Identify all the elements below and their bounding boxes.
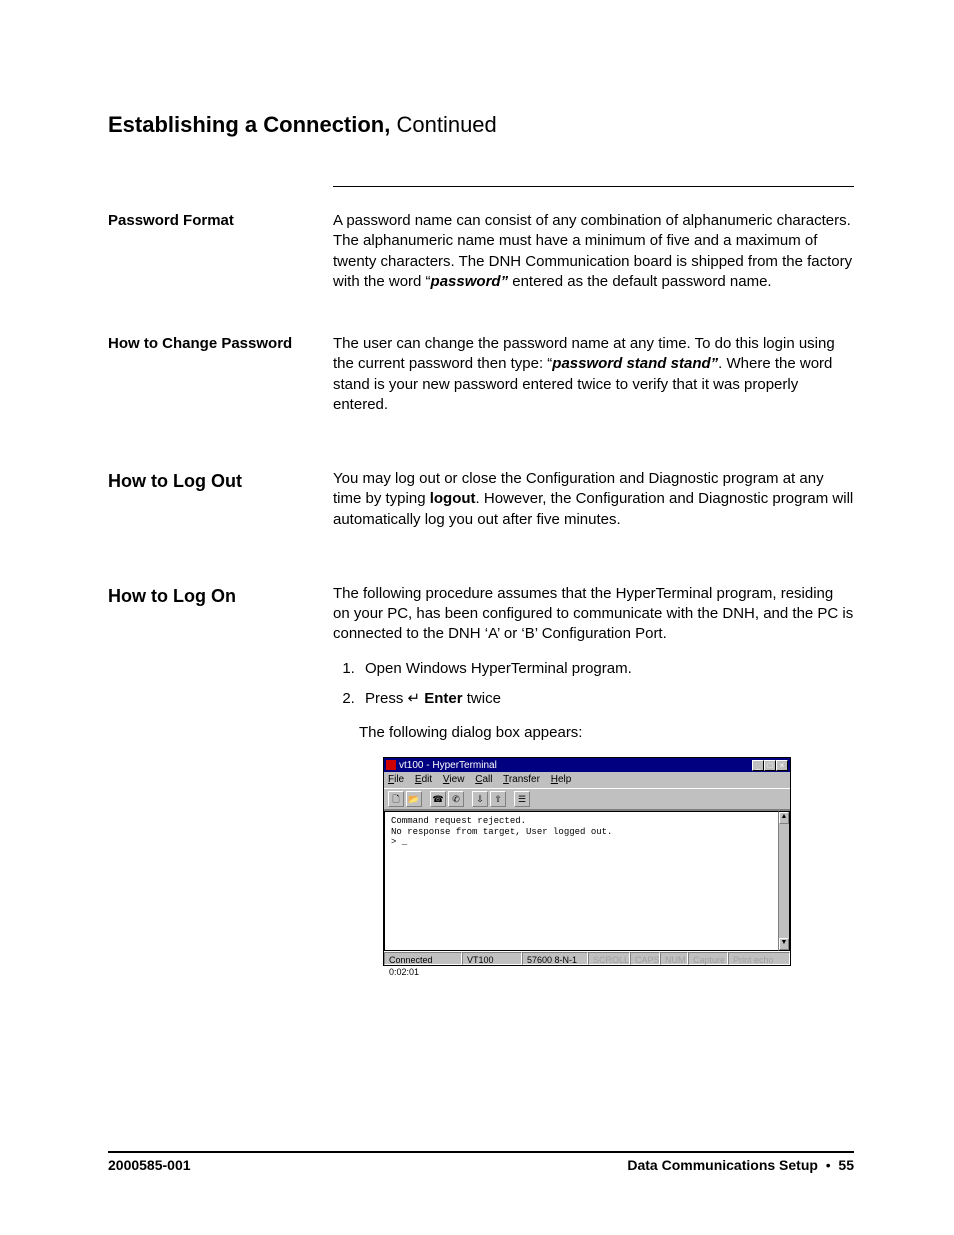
section-password-format: Password Format A password name can cons… (108, 211, 854, 306)
status-printecho: Print echo (728, 952, 790, 965)
maximize-icon[interactable]: □ (764, 760, 776, 771)
status-emulation: VT100 (462, 952, 522, 965)
scroll-down-icon[interactable]: ▼ (779, 938, 789, 950)
tb-open-icon[interactable]: 📂 (406, 791, 422, 807)
label-log-on: How to Log On (108, 584, 333, 608)
label-change-password: How to Change Password (108, 334, 333, 354)
ht-titlebar: vt100 - HyperTerminal _ □ × (384, 758, 790, 772)
menu-view[interactable]: View (443, 774, 465, 785)
status-caps: CAPS (630, 952, 660, 965)
footer-page-number: 55 (838, 1157, 854, 1173)
menu-help[interactable]: Help (551, 774, 572, 785)
section-change-password: How to Change Password The user can chan… (108, 334, 854, 429)
status-num: NUM (660, 952, 688, 965)
menu-file[interactable]: File (388, 774, 404, 785)
ht-scrollbar[interactable]: ▲ ▼ (778, 811, 790, 951)
section-log-on: How to Log On The following procedure as… (108, 584, 854, 966)
status-capture: Capture (688, 952, 728, 965)
page-title-main: Establishing a Connection, (108, 112, 390, 137)
content-log-on: The following procedure assumes that the… (333, 584, 854, 966)
tb-new-icon[interactable]: 🗋 (388, 791, 404, 807)
menu-transfer[interactable]: Transfer (503, 774, 540, 785)
ht-statusbar: Connected 0:02:01 VT100 57600 8-N-1 SCRO… (384, 951, 790, 965)
section-log-out: How to Log Out You may log out or close … (108, 469, 854, 544)
content-log-out: You may log out or close the Configurati… (333, 469, 854, 544)
ht-title-text: vt100 - HyperTerminal (399, 759, 752, 773)
scroll-up-icon[interactable]: ▲ (779, 812, 789, 824)
tb-disconnect-icon[interactable]: ✆ (448, 791, 464, 807)
page-title-sub: Continued (390, 112, 496, 137)
minimize-icon[interactable]: _ (752, 760, 764, 771)
tb-connect-icon[interactable]: ☎ (430, 791, 446, 807)
ht-menubar: File Edit View Call Transfer Help (384, 772, 790, 788)
footer-rule (108, 1151, 854, 1153)
tb-properties-icon[interactable]: ☰ (514, 791, 530, 807)
close-icon[interactable]: × (776, 760, 788, 771)
dialog-caption: The following dialog box appears: (359, 723, 854, 743)
tb-receive-icon[interactable]: ⇧ (490, 791, 506, 807)
label-password-format: Password Format (108, 211, 333, 231)
menu-call[interactable]: Call (475, 774, 492, 785)
step-1: Open Windows HyperTerminal program. (359, 659, 854, 679)
section-rule (333, 186, 854, 187)
page-title: Establishing a Connection, Continued (108, 112, 854, 138)
label-log-out: How to Log Out (108, 469, 333, 493)
content-change-password: The user can change the password name at… (333, 334, 854, 429)
status-connected: Connected 0:02:01 (384, 952, 462, 965)
footer-section: Data Communications Setup • 55 (627, 1157, 854, 1173)
ht-app-icon (386, 760, 396, 770)
menu-edit[interactable]: Edit (415, 774, 432, 785)
page-footer: 2000585-001 Data Communications Setup • … (108, 1151, 854, 1173)
content-password-format: A password name can consist of any combi… (333, 211, 854, 306)
ht-toolbar: 🗋 📂 ☎ ✆ ⇩ ⇧ ☰ (384, 788, 790, 810)
step-2: Press ↵ Enter twice (359, 689, 854, 709)
ht-terminal[interactable]: Command request rejected. No response fr… (384, 811, 778, 951)
hyperterminal-window: vt100 - HyperTerminal _ □ × File Edit Vi… (383, 757, 791, 966)
status-scroll: SCROLL (588, 952, 630, 965)
status-params: 57600 8-N-1 (522, 952, 588, 965)
tb-send-icon[interactable]: ⇩ (472, 791, 488, 807)
footer-doc-number: 2000585-001 (108, 1157, 191, 1173)
